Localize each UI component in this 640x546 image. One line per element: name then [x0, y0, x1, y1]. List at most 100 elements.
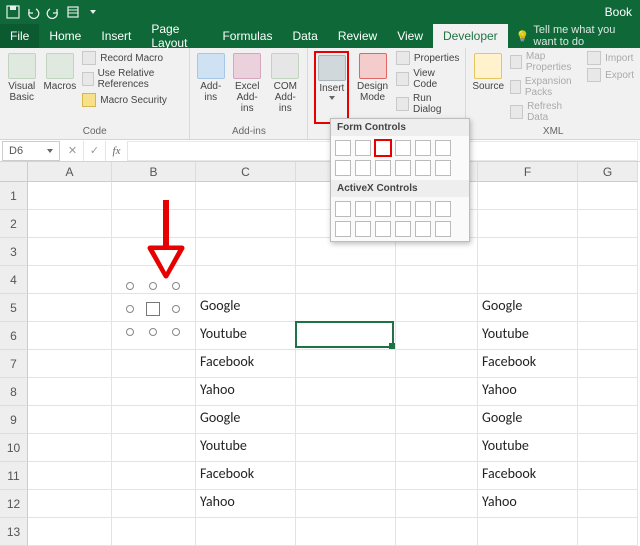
- enter-button[interactable]: ✓: [84, 141, 106, 161]
- ax-toggle-icon[interactable]: [415, 221, 431, 237]
- resize-handle[interactable]: [126, 305, 134, 313]
- row-header[interactable]: 4: [0, 266, 28, 294]
- cell[interactable]: [28, 434, 112, 462]
- cell[interactable]: [112, 434, 196, 462]
- cell[interactable]: [396, 518, 478, 546]
- tab-data[interactable]: Data: [282, 24, 327, 48]
- row-header[interactable]: 11: [0, 462, 28, 490]
- cell[interactable]: [578, 490, 638, 518]
- resize-handle[interactable]: [126, 328, 134, 336]
- cell[interactable]: [112, 518, 196, 546]
- cell[interactable]: Facebook: [478, 462, 578, 490]
- cell[interactable]: Facebook: [196, 350, 296, 378]
- cell[interactable]: [28, 182, 112, 210]
- cell[interactable]: [478, 210, 578, 238]
- cell[interactable]: [578, 238, 638, 266]
- cell[interactable]: [578, 294, 638, 322]
- excel-addins-button[interactable]: Excel Add-ins: [231, 51, 263, 124]
- cell[interactable]: [112, 350, 196, 378]
- qat-more-icon[interactable]: [84, 3, 102, 21]
- cell[interactable]: [296, 238, 396, 266]
- cell[interactable]: Youtube: [196, 322, 296, 350]
- expansion-packs-button[interactable]: Expansion Packs: [510, 76, 581, 98]
- form-label-icon[interactable]: [355, 160, 371, 176]
- column-header[interactable]: F: [478, 162, 578, 182]
- customize-icon[interactable]: [64, 3, 82, 21]
- cell[interactable]: Yahoo: [196, 378, 296, 406]
- form-checkbox-icon[interactable]: [375, 140, 391, 156]
- ax-text-icon[interactable]: [415, 201, 431, 217]
- form-text-icon[interactable]: [395, 160, 411, 176]
- column-header[interactable]: G: [578, 162, 638, 182]
- cell[interactable]: [396, 462, 478, 490]
- cell[interactable]: Yahoo: [196, 490, 296, 518]
- row-header[interactable]: 8: [0, 378, 28, 406]
- cell[interactable]: [28, 238, 112, 266]
- form-combo-icon[interactable]: [355, 140, 371, 156]
- form-combo2-icon[interactable]: [415, 160, 431, 176]
- row-header[interactable]: 6: [0, 322, 28, 350]
- ax-list-icon[interactable]: [395, 201, 411, 217]
- cell[interactable]: [28, 266, 112, 294]
- cell[interactable]: Youtube: [478, 322, 578, 350]
- cell[interactable]: [28, 462, 112, 490]
- export-button[interactable]: Export: [587, 68, 634, 82]
- cell[interactable]: [196, 266, 296, 294]
- tab-view[interactable]: View: [387, 24, 433, 48]
- ax-spin-icon[interactable]: [335, 221, 351, 237]
- cell[interactable]: [28, 294, 112, 322]
- visual-basic-button[interactable]: Visual Basic: [6, 51, 37, 124]
- source-button[interactable]: Source: [472, 51, 504, 124]
- row-header[interactable]: 10: [0, 434, 28, 462]
- ax-label-icon[interactable]: [375, 221, 391, 237]
- select-all-corner[interactable]: [0, 162, 28, 182]
- cell[interactable]: [396, 322, 478, 350]
- cell[interactable]: [396, 434, 478, 462]
- cell[interactable]: [112, 462, 196, 490]
- cell[interactable]: [196, 238, 296, 266]
- cell[interactable]: [396, 238, 478, 266]
- cell[interactable]: [296, 490, 396, 518]
- cell[interactable]: Yahoo: [478, 490, 578, 518]
- cell[interactable]: [296, 266, 396, 294]
- tab-insert[interactable]: Insert: [91, 24, 141, 48]
- cell[interactable]: [396, 294, 478, 322]
- cell[interactable]: [296, 434, 396, 462]
- cell[interactable]: [478, 182, 578, 210]
- cell[interactable]: [578, 182, 638, 210]
- resize-handle[interactable]: [172, 305, 180, 313]
- record-macro-button[interactable]: Record Macro: [82, 51, 183, 65]
- cell[interactable]: [396, 378, 478, 406]
- cell[interactable]: [28, 490, 112, 518]
- cell[interactable]: [396, 266, 478, 294]
- form-edit-icon[interactable]: [435, 160, 451, 176]
- tab-page-layout[interactable]: Page Layout: [141, 24, 212, 48]
- cell[interactable]: Facebook: [478, 350, 578, 378]
- cell[interactable]: [578, 266, 638, 294]
- insert-control-button[interactable]: Insert: [314, 51, 349, 124]
- ax-image-icon[interactable]: [395, 221, 411, 237]
- cell[interactable]: [296, 294, 396, 322]
- addins-button[interactable]: Add-ins: [196, 51, 225, 124]
- cell[interactable]: [296, 350, 396, 378]
- form-option-icon[interactable]: [435, 140, 451, 156]
- cell[interactable]: Youtube: [196, 434, 296, 462]
- cell[interactable]: [196, 182, 296, 210]
- cell[interactable]: Google: [478, 294, 578, 322]
- cell[interactable]: [196, 518, 296, 546]
- cell[interactable]: [478, 266, 578, 294]
- cell[interactable]: [396, 350, 478, 378]
- relative-refs-button[interactable]: Use Relative References: [82, 68, 183, 90]
- form-button-icon[interactable]: [335, 140, 351, 156]
- cell[interactable]: [28, 378, 112, 406]
- cell[interactable]: [578, 518, 638, 546]
- cell[interactable]: [396, 490, 478, 518]
- import-button[interactable]: Import: [587, 51, 634, 65]
- column-header[interactable]: B: [112, 162, 196, 182]
- cell[interactable]: [578, 322, 638, 350]
- cell[interactable]: [296, 462, 396, 490]
- ax-button-icon[interactable]: [335, 201, 351, 217]
- tab-formulas[interactable]: Formulas: [212, 24, 282, 48]
- row-header[interactable]: 7: [0, 350, 28, 378]
- checkbox-form-control[interactable]: [130, 286, 176, 332]
